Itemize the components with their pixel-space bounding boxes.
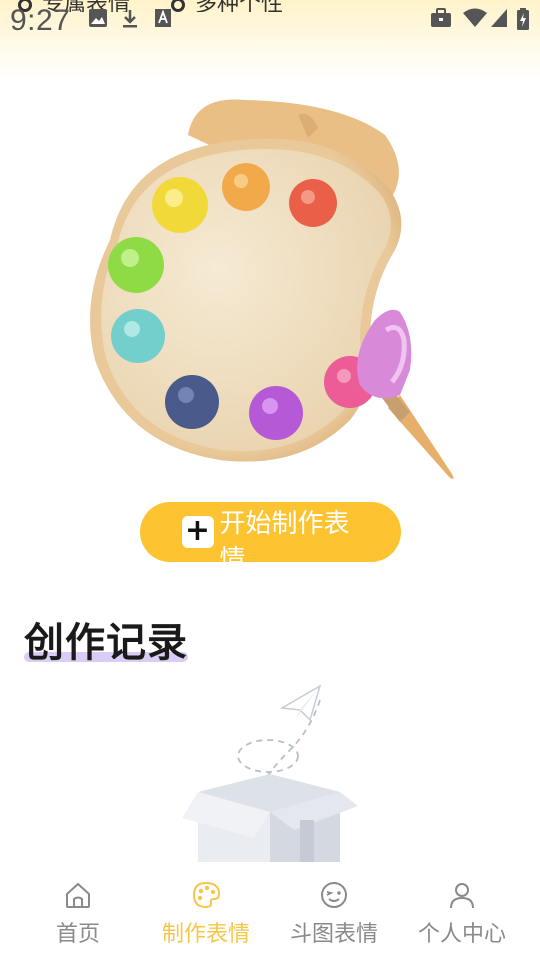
bottom-nav: 首页 制作表情 斗图表情 个人中心 <box>0 862 540 960</box>
palette-illustration <box>90 99 454 479</box>
nav-label-home: 首页 <box>55 922 100 947</box>
nav-item-make-sticker[interactable]: 制作表情 <box>142 862 270 960</box>
signal-icon <box>491 9 507 27</box>
briefcase-icon <box>431 8 451 27</box>
wifi-icon <box>463 8 487 27</box>
section-title: 创作记录 <box>24 620 188 666</box>
plus-icon: + <box>181 516 214 548</box>
status-bar: 9:27 <box>0 0 540 44</box>
start-making-label: 开始制作表情 <box>219 509 350 562</box>
home-icon <box>66 882 90 908</box>
person-icon <box>450 883 474 909</box>
nav-label-sticker-battle: 斗图表情 <box>289 922 378 947</box>
battery-icon <box>517 8 529 30</box>
palette-icon <box>192 881 221 909</box>
wink-face-icon <box>321 882 347 908</box>
status-time: 9:27 <box>10 4 71 37</box>
nav-item-profile[interactable]: 个人中心 <box>398 862 526 960</box>
download-icon <box>123 10 137 28</box>
nav-label-make-sticker: 制作表情 <box>161 922 250 947</box>
a-box-icon <box>155 9 171 27</box>
nav-label-profile: 个人中心 <box>417 922 506 947</box>
start-making-button[interactable]: + 开始制作表情 <box>140 502 401 562</box>
nav-item-sticker-battle[interactable]: 斗图表情 <box>270 862 398 960</box>
nav-item-home[interactable]: 首页 <box>14 862 142 960</box>
image-icon <box>89 9 107 27</box>
empty-box-icon <box>182 684 358 862</box>
